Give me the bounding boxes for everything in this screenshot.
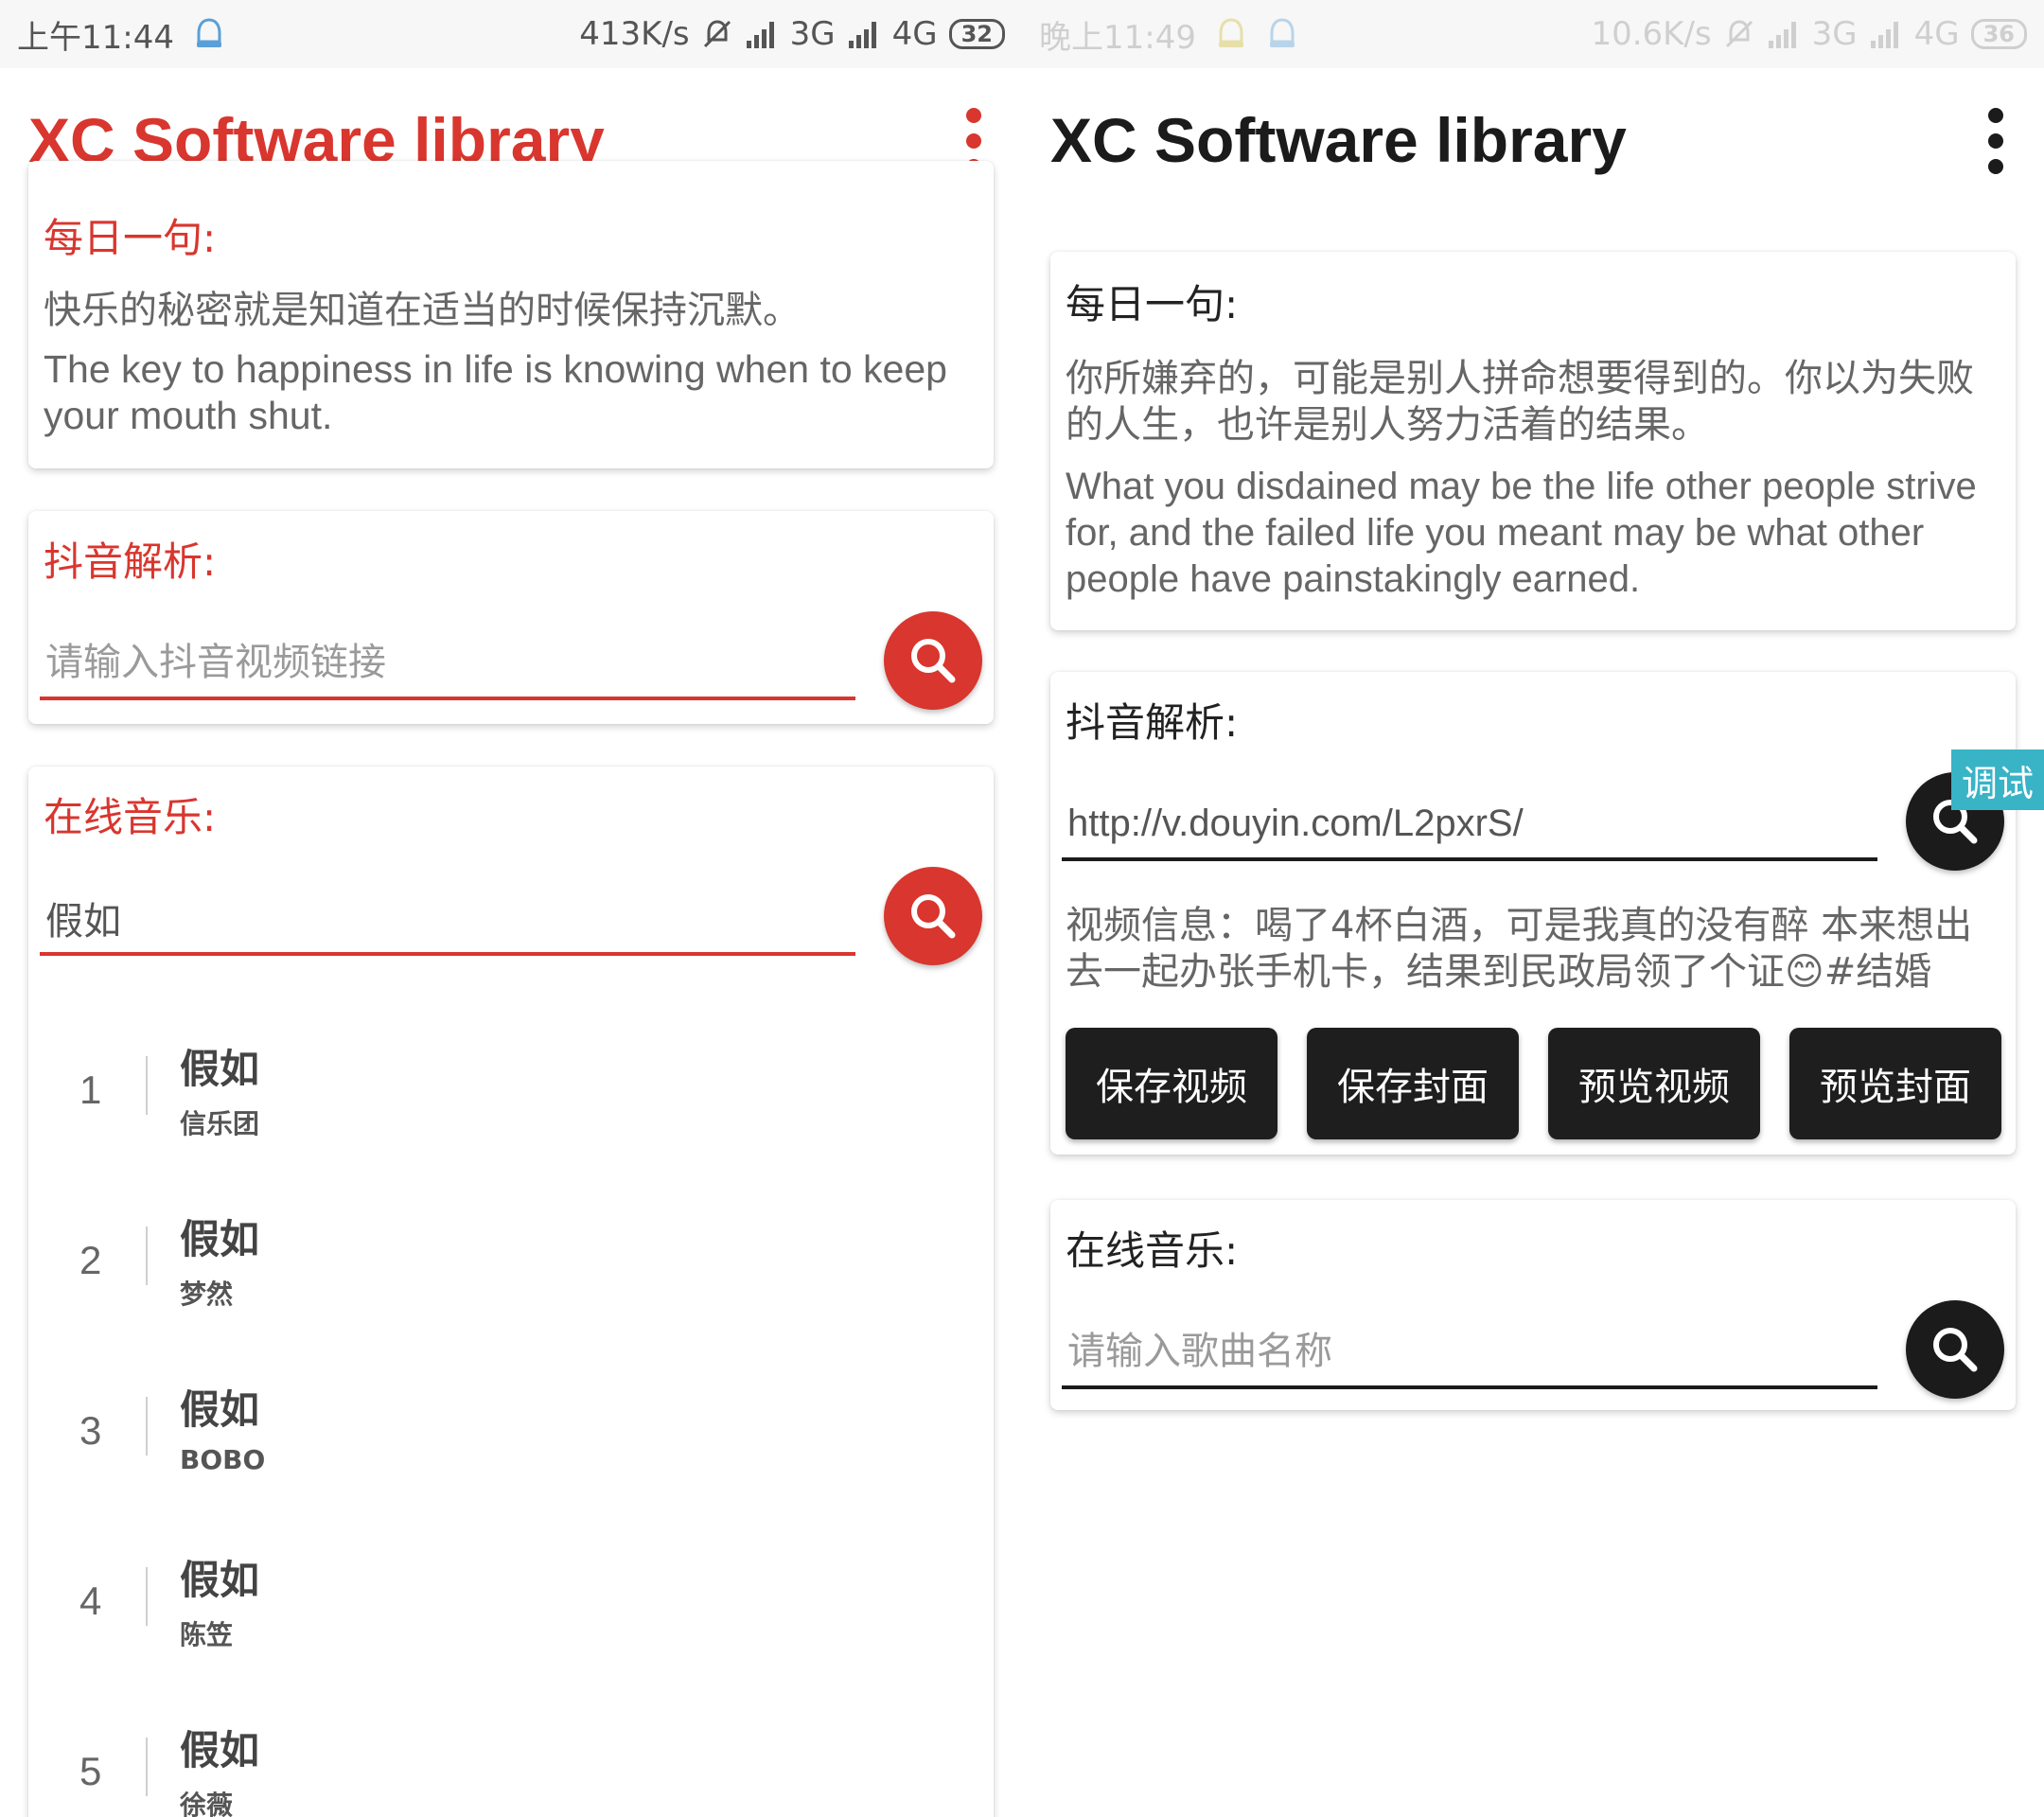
song-number: 2: [79, 1238, 102, 1282]
input-underline: [1062, 1385, 1877, 1389]
music-heading: 在线音乐:: [1066, 1227, 1239, 1274]
douyin-parse-card: 抖音解析:: [28, 511, 994, 724]
daily-quote-card: 每日一句: 快乐的秘密就是知道在适当的时候保持沉默。 The key to ha…: [28, 161, 994, 468]
right-screen: 晚上11:49 10.6K/s 3G 4G 36 XC Software lib…: [1022, 0, 2044, 1817]
song-artist: 梦然: [180, 1279, 234, 1310]
network-type-1: 3G: [789, 15, 836, 53]
song-artist: 陈笠: [180, 1619, 234, 1650]
song-title: 假如: [180, 1727, 260, 1773]
bell-off-icon: [701, 18, 733, 50]
daily-quote-en: The key to happiness in life is knowing …: [44, 347, 947, 437]
notification-icon: [1215, 17, 1247, 51]
notification-icon: [1266, 17, 1298, 51]
song-title: 假如: [180, 1046, 260, 1092]
daily-quote-zh: 你所嫌弃的，可能是别人拼命想要得到的。你以为失败的人生，也许是别人努力活着的结果…: [1066, 357, 1974, 447]
divider: [146, 1226, 148, 1285]
battery-icon: 36: [1970, 19, 2027, 49]
divider: [146, 1738, 148, 1796]
douyin-search-button[interactable]: [884, 611, 982, 710]
input-underline: [40, 697, 855, 700]
song-title: 假如: [180, 1216, 260, 1262]
douyin-link-field[interactable]: [1062, 785, 1877, 861]
music-heading: 在线音乐:: [44, 794, 217, 840]
menu-icon[interactable]: [1982, 108, 2010, 174]
status-bar: 晚上11:49 10.6K/s 3G 4G 36: [1022, 0, 2044, 68]
douyin-heading: 抖音解析:: [44, 538, 217, 585]
network-type-2: 4G: [891, 15, 938, 53]
notification-icon: [193, 17, 225, 51]
preview-cover-button[interactable]: 预览封面: [1789, 1028, 2001, 1139]
douyin-link-input[interactable]: [40, 625, 855, 700]
signal-icon: [745, 20, 779, 48]
music-search-field[interactable]: [1062, 1314, 1877, 1389]
daily-quote-en: What you disdained may be the life other…: [1066, 466, 1977, 600]
battery-icon: 32: [948, 19, 1005, 49]
song-artist: 信乐团: [180, 1108, 260, 1139]
left-screen: 上午11:44 413K/s 3G 4G 32 XC Software libr…: [0, 0, 1022, 1817]
bell-off-icon: [1723, 18, 1755, 50]
music-search-input[interactable]: [1062, 1314, 1877, 1389]
divider: [146, 1056, 148, 1115]
song-title: 假如: [180, 1557, 260, 1603]
douyin-heading: 抖音解析:: [1066, 699, 1239, 746]
song-artist: BOBO: [180, 1444, 266, 1475]
video-info: 视频信息：喝了4杯白酒，可是我真的没有醉 本来想出去一起办张手机卡，结果到民政局…: [1066, 904, 1973, 994]
search-icon: [911, 639, 956, 683]
music-search-input[interactable]: [40, 880, 855, 956]
song-list-item[interactable]: 3 假如 BOBO: [28, 1361, 994, 1531]
signal-icon: [1869, 20, 1903, 48]
douyin-link-field[interactable]: [40, 625, 855, 700]
network-type-2: 4G: [1913, 15, 1960, 53]
music-search-button[interactable]: [1906, 1300, 2004, 1399]
online-music-card: 在线音乐: 1 假如 信乐团 2 假如 梦然 3 假如 BOBO 4: [28, 767, 994, 1817]
app-bar: XC Software library: [1022, 68, 2044, 210]
debug-badge[interactable]: 调试: [1951, 750, 2044, 810]
save-video-button[interactable]: 保存视频: [1066, 1028, 1278, 1139]
app-title: XC Software library: [1050, 105, 1627, 175]
search-icon: [1933, 1328, 1978, 1372]
status-bar: 上午11:44 413K/s 3G 4G 32: [0, 0, 1022, 68]
preview-video-button[interactable]: 预览视频: [1548, 1028, 1760, 1139]
song-number: 5: [79, 1749, 102, 1793]
divider: [146, 1567, 148, 1626]
music-search-button[interactable]: [884, 867, 982, 965]
network-speed: 413K/s: [579, 15, 690, 53]
search-icon: [911, 894, 956, 939]
song-list-item[interactable]: 1 假如 信乐团: [28, 1020, 994, 1191]
divider: [146, 1397, 148, 1455]
online-music-card: 在线音乐:: [1050, 1200, 2016, 1410]
song-list-item[interactable]: 2 假如 梦然: [28, 1191, 994, 1361]
song-artist: 徐薇: [180, 1790, 234, 1817]
input-underline: [1062, 857, 1877, 861]
daily-quote-heading: 每日一句:: [44, 215, 217, 261]
save-cover-button[interactable]: 保存封面: [1307, 1028, 1519, 1139]
status-time: 上午11:44: [17, 18, 174, 57]
network-speed: 10.6K/s: [1591, 15, 1712, 53]
song-number: 3: [79, 1408, 102, 1453]
song-number: 1: [79, 1067, 102, 1112]
daily-quote-card: 每日一句: 你所嫌弃的，可能是别人拼命想要得到的。你以为失败的人生，也许是别人努…: [1050, 252, 2016, 630]
signal-icon: [847, 20, 881, 48]
network-type-1: 3G: [1811, 15, 1858, 53]
daily-quote-heading: 每日一句:: [1066, 281, 1239, 327]
input-underline: [40, 952, 855, 956]
music-search-field[interactable]: [40, 880, 855, 956]
douyin-link-input[interactable]: [1062, 785, 1877, 861]
song-list-item[interactable]: 4 假如 陈笠: [28, 1531, 994, 1702]
song-list-item[interactable]: 5 假如 徐薇: [28, 1702, 994, 1817]
douyin-parse-card: 抖音解析: 视频信息：喝了4杯白酒，可是我真的没有醉 本来想出去一起办张手机卡，…: [1050, 672, 2016, 1155]
action-buttons: 保存视频 保存封面 预览视频 预览封面: [1066, 1028, 2001, 1139]
status-time: 晚上11:49: [1039, 18, 1196, 57]
song-number: 4: [79, 1579, 102, 1623]
song-title: 假如: [180, 1386, 260, 1433]
signal-icon: [1767, 20, 1801, 48]
daily-quote-zh: 快乐的秘密就是知道在适当的时候保持沉默。: [44, 289, 801, 332]
